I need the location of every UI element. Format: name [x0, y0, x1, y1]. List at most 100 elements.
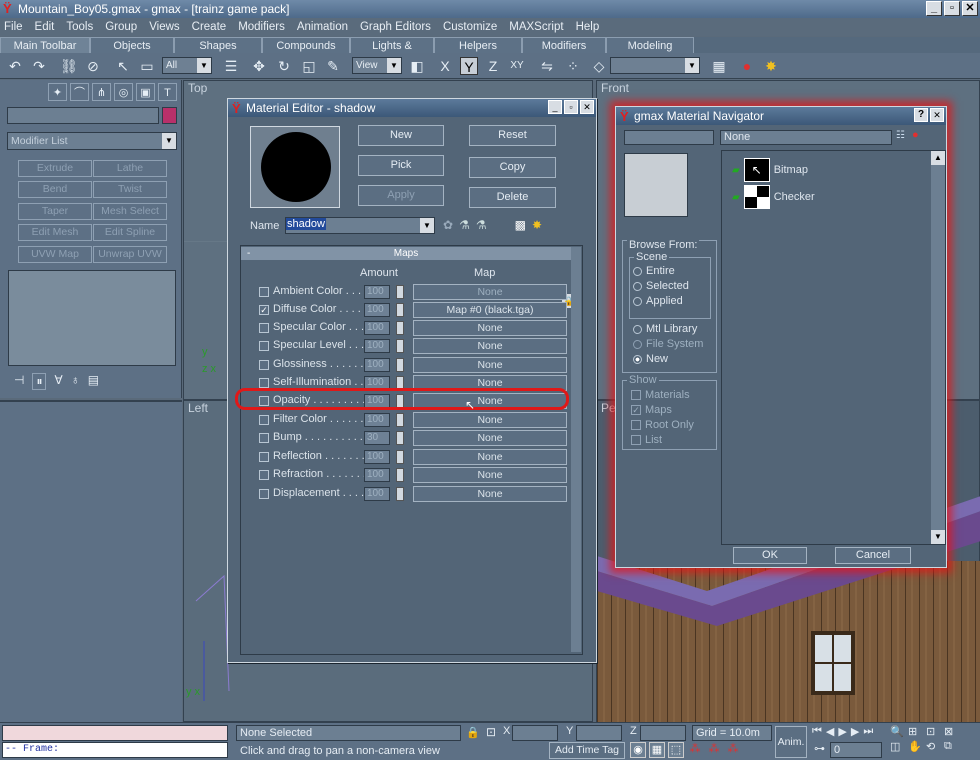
- zoom-extents-icon[interactable]: ⊡: [926, 725, 942, 738]
- spinner-arrows-icon[interactable]: [396, 450, 404, 464]
- motion-tab-icon[interactable]: ◎: [114, 83, 133, 101]
- array-icon[interactable]: ⁘: [564, 57, 582, 75]
- unwrap-uvw-button[interactable]: Unwrap UVW: [93, 246, 167, 263]
- spinner-arrows-icon[interactable]: [396, 468, 404, 482]
- tab-objects[interactable]: Objects: [90, 37, 174, 53]
- spinner-arrows-icon[interactable]: [396, 339, 404, 353]
- spinner-arrows-icon[interactable]: [396, 413, 404, 427]
- object-color-swatch[interactable]: [162, 107, 177, 124]
- checkbox-materials[interactable]: Materials: [631, 389, 694, 401]
- ok-button[interactable]: OK: [733, 547, 807, 564]
- go-to-start-icon[interactable]: ⏮: [812, 725, 822, 738]
- pick-button[interactable]: Pick: [358, 155, 444, 176]
- menu-graph-editors[interactable]: Graph Editors: [360, 18, 431, 36]
- tab-modeling[interactable]: Modeling: [606, 37, 694, 53]
- maxscript-listener-mini[interactable]: [2, 725, 228, 741]
- scale-icon[interactable]: ◱: [300, 57, 318, 75]
- navigator-search-field[interactable]: [624, 130, 714, 145]
- create-tab-icon[interactable]: ✦: [48, 83, 67, 101]
- show-end-result-icon[interactable]: ⏸: [32, 373, 47, 390]
- pin-stack-icon[interactable]: ⊣: [14, 373, 24, 390]
- map-enable-checkbox[interactable]: [259, 452, 269, 462]
- map-enable-checkbox[interactable]: [259, 415, 269, 425]
- spinner-arrows-icon[interactable]: [396, 285, 404, 299]
- material-sample-slot[interactable]: [250, 126, 340, 208]
- close-button[interactable]: ✕: [580, 100, 594, 114]
- edit-mesh-button[interactable]: Edit Mesh: [18, 224, 92, 241]
- map-slot-button[interactable]: Map #0 (black.tga): [413, 302, 567, 318]
- absolute-mode-icon[interactable]: ⊡: [486, 725, 496, 739]
- taper-button[interactable]: Taper: [18, 203, 92, 220]
- menu-maxscript[interactable]: MAXScript: [509, 18, 563, 36]
- hierarchy-tab-icon[interactable]: ⋔: [92, 83, 111, 101]
- menu-tools[interactable]: Tools: [66, 18, 93, 36]
- map-slot-button[interactable]: None: [413, 338, 567, 354]
- selection-filter-dropdown[interactable]: All ▼: [162, 57, 212, 74]
- material-name-field[interactable]: shadow ▼: [285, 217, 435, 234]
- map-slot-button[interactable]: None: [413, 430, 567, 446]
- unlink-icon[interactable]: ⊘: [84, 57, 102, 75]
- background-checker-icon[interactable]: ▩: [515, 218, 526, 232]
- select-by-name-icon[interactable]: ☰: [222, 57, 240, 75]
- navigator-list[interactable]: ▰ ↖ Bitmap ▰ Checker ▲ ▼: [721, 150, 946, 545]
- amount-spinner[interactable]: 100: [364, 285, 390, 299]
- menu-modifiers[interactable]: Modifiers: [238, 18, 285, 36]
- spinner-arrows-icon[interactable]: [396, 358, 404, 372]
- map-enable-checkbox[interactable]: [259, 323, 269, 333]
- pan-icon[interactable]: ✋: [908, 740, 924, 753]
- assign-material-icon[interactable]: ⚗: [476, 218, 487, 232]
- grid-display-icon[interactable]: ▦: [649, 742, 665, 758]
- z-coordinate-field[interactable]: [640, 725, 686, 741]
- zoom-all-icon[interactable]: ⊞: [908, 725, 924, 738]
- move-icon[interactable]: ✥: [250, 57, 268, 75]
- maps-rollout-header[interactable]: - Maps: [241, 247, 571, 260]
- view-list-icon[interactable]: ☷: [896, 130, 905, 141]
- grid-icon[interactable]: ▦: [710, 57, 728, 75]
- amount-spinner[interactable]: 100: [364, 358, 390, 372]
- display-tab-icon[interactable]: ▣: [136, 83, 155, 101]
- map-enable-checkbox[interactable]: [259, 489, 269, 499]
- make-unique-icon[interactable]: ∀: [54, 373, 62, 390]
- next-frame-icon[interactable]: ▶: [851, 725, 859, 738]
- help-button[interactable]: ?: [914, 108, 928, 122]
- extrude-button[interactable]: Extrude: [18, 160, 92, 177]
- spinner-arrows-icon[interactable]: [396, 487, 404, 501]
- navigator-scrollbar[interactable]: ▲ ▼: [931, 151, 945, 544]
- rotate-icon[interactable]: ↻: [275, 57, 293, 75]
- checkbox-root-only[interactable]: Root Only: [631, 419, 694, 431]
- filter-keys-icon[interactable]: ⁂: [725, 742, 741, 758]
- modifier-stack[interactable]: [8, 270, 176, 366]
- map-slot-button[interactable]: None: [413, 284, 567, 300]
- apply-button[interactable]: Apply: [358, 185, 444, 206]
- map-slot-button[interactable]: None: [413, 449, 567, 465]
- lock-selection-icon[interactable]: 🔒: [466, 726, 480, 739]
- mesh-select-button[interactable]: Mesh Select: [93, 203, 167, 220]
- amount-spinner[interactable]: 100: [364, 413, 390, 427]
- arc-rotate-icon[interactable]: ⟲: [926, 740, 942, 753]
- amount-spinner[interactable]: 30: [364, 431, 390, 445]
- map-enable-checkbox[interactable]: [259, 341, 269, 351]
- add-time-tag-button[interactable]: Add Time Tag: [549, 742, 625, 759]
- map-enable-checkbox[interactable]: [259, 287, 269, 297]
- edit-spline-button[interactable]: Edit Spline: [93, 224, 167, 241]
- tab-main-toolbar[interactable]: Main Toolbar: [0, 37, 90, 53]
- radio-file-system[interactable]: File System: [633, 338, 703, 350]
- maximize-button[interactable]: ▫: [564, 100, 578, 114]
- checkbox-list[interactable]: List: [631, 434, 694, 446]
- object-name-field[interactable]: [7, 107, 159, 124]
- go-to-end-icon[interactable]: ⏭: [863, 725, 873, 738]
- configure-sets-icon[interactable]: ▤: [88, 373, 99, 390]
- key-icon[interactable]: ⊶: [814, 742, 825, 755]
- radio-entire[interactable]: Entire: [633, 265, 689, 277]
- restrict-z-icon[interactable]: Z: [484, 57, 502, 75]
- minimize-button[interactable]: _: [548, 100, 562, 114]
- snap-icon[interactable]: ✎: [324, 57, 342, 75]
- spinner-arrows-icon[interactable]: [396, 303, 404, 317]
- undo-icon[interactable]: ↶: [6, 57, 24, 75]
- redo-icon[interactable]: ↷: [30, 57, 48, 75]
- menu-help[interactable]: Help: [576, 18, 600, 36]
- tab-modifiers[interactable]: Modifiers: [522, 37, 606, 53]
- key-mode-icon[interactable]: ⁂: [687, 742, 703, 758]
- x-coordinate-field[interactable]: [512, 725, 558, 741]
- cancel-button[interactable]: Cancel: [835, 547, 911, 564]
